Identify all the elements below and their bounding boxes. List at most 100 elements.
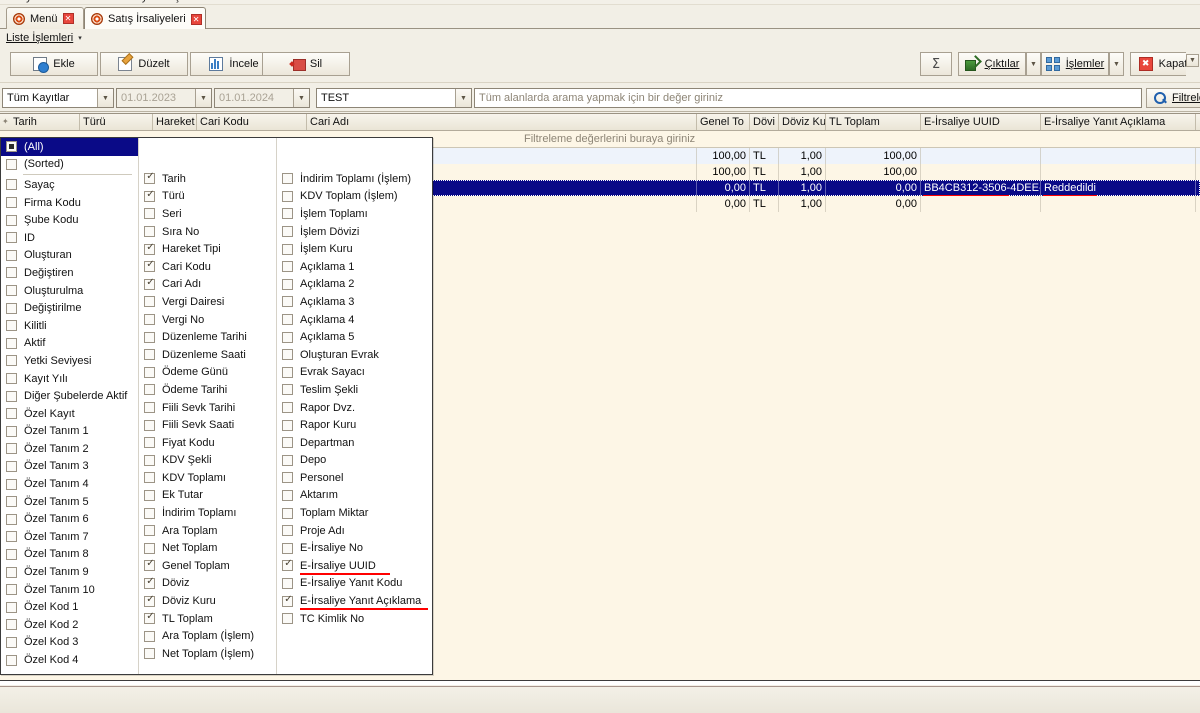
chevron-down-icon[interactable]: ▼ — [455, 89, 471, 107]
column-chooser-item[interactable]: Rapor Dvz. — [277, 399, 434, 417]
table-cell[interactable]: TL — [750, 148, 779, 164]
checkbox[interactable] — [144, 611, 156, 625]
table-cell[interactable]: 1,00 — [779, 180, 826, 196]
column-chooser-item[interactable]: E-İrsaliye Yanıt Kodu — [277, 575, 434, 593]
tab-satis-irsaliyeleri[interactable]: Satış İrsaliyeleri ✕ — [84, 7, 206, 30]
column-chooser-item[interactable]: TC Kimlik No — [277, 610, 434, 628]
column-chooser-item[interactable]: Oluşturulma — [1, 282, 138, 300]
table-cell[interactable]: 1,00 — [779, 148, 826, 164]
table-cell[interactable] — [1041, 164, 1196, 180]
checkbox[interactable] — [282, 278, 293, 290]
text-filter-input[interactable]: TEST ▼ — [316, 88, 472, 108]
checkbox[interactable] — [6, 531, 17, 543]
operations-dropdown-arrow[interactable]: ▼ — [1109, 52, 1124, 76]
table-cell[interactable]: TL — [750, 196, 779, 212]
checkbox[interactable] — [282, 331, 293, 343]
column-chooser-item[interactable]: Düzenleme Saati — [139, 346, 276, 364]
column-chooser-item[interactable]: Toplam Miktar — [277, 504, 434, 522]
outputs-button[interactable]: Çıktılar — [958, 52, 1026, 76]
table-cell[interactable]: Reddedildi — [1041, 180, 1196, 196]
column-chooser-item[interactable]: Özel Kod 2 — [1, 616, 138, 634]
checkbox[interactable] — [282, 261, 293, 273]
checkbox[interactable] — [282, 525, 293, 537]
outputs-dropdown-arrow[interactable]: ▼ — [1026, 52, 1041, 76]
checkbox[interactable] — [144, 242, 156, 255]
checkbox[interactable] — [144, 366, 155, 378]
checkbox[interactable] — [282, 594, 294, 607]
checkbox[interactable] — [144, 314, 155, 326]
checkbox[interactable] — [6, 636, 17, 648]
column-chooser-item[interactable]: Açıklama 4 — [277, 311, 434, 329]
checkbox[interactable] — [6, 249, 17, 261]
column-chooser-item[interactable]: Özel Tanım 1 — [1, 423, 138, 441]
checkbox[interactable] — [144, 349, 155, 361]
table-cell[interactable]: 0,00 — [697, 196, 750, 212]
column-chooser-item[interactable]: Personel — [277, 469, 434, 487]
table-cell[interactable]: 1,00 — [779, 196, 826, 212]
column-chooser-item[interactable]: (All) — [1, 138, 138, 156]
column-chooser-item[interactable]: Proje Adı — [277, 522, 434, 540]
checkbox[interactable] — [144, 542, 155, 554]
column-chooser-item[interactable]: Evrak Sayacı — [277, 364, 434, 382]
column-chooser-item[interactable]: Döviz — [139, 575, 276, 593]
column-chooser-item[interactable]: Net Toplam — [139, 539, 276, 557]
column-chooser-item[interactable]: Oluşturan — [1, 247, 138, 265]
checkbox[interactable] — [144, 402, 155, 414]
table-cell[interactable]: 100,00 — [697, 148, 750, 164]
column-chooser-item[interactable]: Depo — [277, 452, 434, 470]
grid-column-header[interactable]: Türü — [80, 114, 153, 130]
table-cell[interactable]: TL — [750, 180, 779, 196]
column-chooser-item[interactable]: Özel Tanım 7 — [1, 528, 138, 546]
column-chooser-item[interactable]: Özel Tanım 6 — [1, 510, 138, 528]
column-chooser-item[interactable]: Rapor Kuru — [277, 416, 434, 434]
checkbox[interactable] — [282, 384, 293, 396]
checkbox[interactable] — [144, 208, 155, 220]
column-chooser-item[interactable]: Net Toplam (İşlem) — [139, 645, 276, 663]
column-chooser-item[interactable]: Ödeme Tarihi — [139, 381, 276, 399]
chevron-down-icon[interactable]: ▼ — [195, 89, 211, 107]
checkbox[interactable] — [144, 419, 155, 431]
checkbox[interactable] — [144, 454, 155, 466]
checkbox[interactable] — [282, 402, 293, 414]
column-chooser-item[interactable]: ID — [1, 229, 138, 247]
column-chooser-item[interactable]: TL Toplam — [139, 610, 276, 628]
checkbox[interactable] — [144, 189, 156, 202]
column-chooser-item[interactable]: Genel Toplam — [139, 557, 276, 575]
checkbox[interactable] — [6, 197, 17, 209]
checkbox[interactable] — [6, 390, 17, 402]
column-chooser-item[interactable]: Özel Kayıt — [1, 405, 138, 423]
checkbox[interactable] — [6, 141, 17, 153]
table-cell[interactable] — [1041, 196, 1196, 212]
checkbox[interactable] — [282, 314, 293, 326]
table-cell[interactable]: 100,00 — [697, 164, 750, 180]
tab-close-icon[interactable]: ✕ — [62, 13, 74, 24]
grid-column-header[interactable]: Dövi — [750, 114, 779, 130]
checkbox[interactable] — [6, 337, 17, 349]
date-from-input[interactable]: 01.01.2023 ▼ — [116, 88, 212, 108]
table-cell[interactable]: 0,00 — [826, 196, 921, 212]
delete-button[interactable]: Sil — [262, 52, 350, 76]
chevron-down-icon[interactable]: ▼ — [97, 89, 113, 107]
checkbox[interactable] — [282, 296, 293, 308]
checkbox[interactable] — [6, 285, 17, 297]
checkbox[interactable] — [6, 214, 17, 226]
checkbox[interactable] — [144, 594, 156, 607]
column-chooser-item[interactable]: Vergi No — [139, 311, 276, 329]
column-chooser-item[interactable]: Fiyat Kodu — [139, 434, 276, 452]
chevron-down-icon[interactable]: ▼ — [293, 89, 309, 107]
checkbox[interactable] — [6, 496, 17, 508]
checkbox[interactable] — [144, 472, 155, 484]
column-chooser-item[interactable]: Özel Tanım 9 — [1, 563, 138, 581]
column-chooser-item[interactable]: Aktarım — [277, 487, 434, 505]
column-chooser-item[interactable]: Özel Kod 3 — [1, 634, 138, 652]
column-chooser-item[interactable]: Fiili Sevk Saati — [139, 416, 276, 434]
checkbox[interactable] — [144, 648, 155, 660]
column-chooser-item[interactable]: Firma Kodu — [1, 194, 138, 212]
checkbox[interactable] — [282, 208, 293, 220]
column-chooser-item[interactable]: Departman — [277, 434, 434, 452]
column-chooser-item[interactable]: Özel Tanım 3 — [1, 458, 138, 476]
checkbox[interactable] — [6, 425, 17, 437]
column-chooser-item[interactable]: Türü — [139, 188, 276, 206]
column-chooser-item[interactable]: Seri — [139, 205, 276, 223]
checkbox[interactable] — [282, 190, 293, 202]
